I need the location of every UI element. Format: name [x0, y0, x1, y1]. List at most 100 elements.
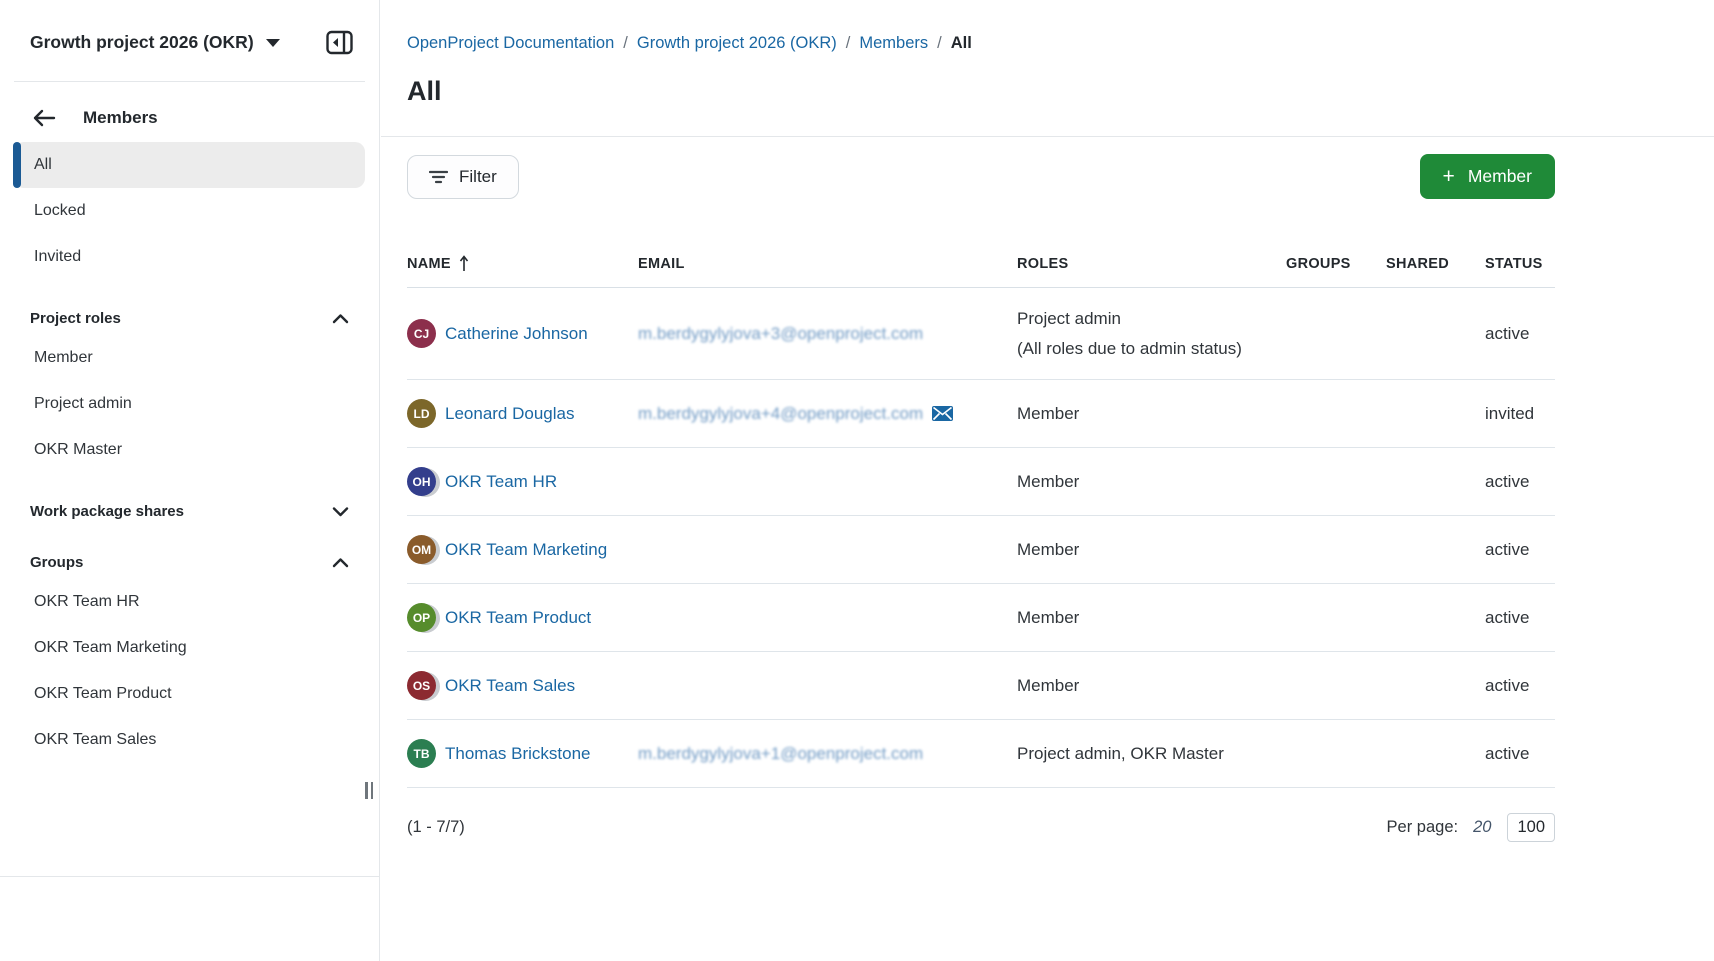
breadcrumb-link-project[interactable]: Growth project 2026 (OKR): [637, 34, 837, 52]
section-groups[interactable]: Groups: [30, 544, 349, 575]
main-content: OpenProject Documentation / Growth project…: [381, 0, 1714, 961]
breadcrumb: OpenProject Documentation / Growth project…: [407, 0, 1714, 53]
breadcrumb-separator: /: [846, 34, 851, 52]
group-avatar: OH: [407, 467, 436, 496]
member-roles: Member: [1017, 671, 1286, 701]
table-row: OP OKR Team Product Member active: [407, 584, 1555, 652]
avatar: LD: [407, 399, 436, 428]
members-heading: Members: [83, 108, 158, 128]
member-name-link[interactable]: OKR Team HR: [445, 472, 557, 492]
group-avatar: OM: [407, 535, 436, 564]
back-button[interactable]: [32, 109, 56, 127]
project-selector-label: Growth project 2026 (OKR): [30, 32, 254, 53]
sidebar-item-group-okr-team-hr[interactable]: OKR Team HR: [14, 579, 365, 625]
breadcrumb-link-openproject-documentation[interactable]: OpenProject Documentation: [407, 34, 614, 52]
chevron-up-icon: [332, 557, 349, 568]
sidebar-item-locked[interactable]: Locked: [14, 188, 365, 234]
project-selector[interactable]: Growth project 2026 (OKR): [30, 32, 280, 53]
column-header-name[interactable]: NAME: [407, 255, 638, 272]
sidebar-resize-handle[interactable]: [365, 782, 373, 799]
per-page-label: Per page:: [1387, 818, 1459, 837]
chevron-down-icon: [266, 39, 280, 47]
section-work-package-shares-title: Work package shares: [30, 503, 184, 520]
column-header-shared[interactable]: SHARED: [1386, 256, 1485, 272]
table-row: TB Thomas Brickstone m.berdygylyjova+1@o…: [407, 720, 1555, 788]
member-name-link[interactable]: OKR Team Product: [445, 608, 591, 628]
member-name-link[interactable]: OKR Team Sales: [445, 676, 575, 696]
status-badge: active: [1485, 608, 1555, 628]
member-roles: Member: [1017, 603, 1286, 633]
member-name-link[interactable]: Leonard Douglas: [445, 404, 574, 424]
avatar: TB: [407, 739, 436, 768]
sidebar-item-role-member[interactable]: Member: [14, 335, 365, 381]
table-row: OH OKR Team HR Member active: [407, 448, 1555, 516]
column-header-email[interactable]: EMAIL: [638, 256, 1017, 272]
member-name-link[interactable]: OKR Team Marketing: [445, 540, 607, 560]
filter-button[interactable]: Filter: [407, 155, 519, 199]
plus-icon: +: [1443, 169, 1455, 185]
sidebar-item-role-project-admin[interactable]: Project admin: [14, 381, 365, 427]
member-roles: Member: [1017, 467, 1286, 497]
column-header-name-label: NAME: [407, 256, 451, 272]
per-page-option-20[interactable]: 20: [1473, 818, 1491, 837]
column-header-groups[interactable]: GROUPS: [1286, 256, 1386, 272]
add-member-button[interactable]: + Member: [1420, 154, 1555, 199]
sidebar-item-role-okr-master[interactable]: OKR Master: [14, 427, 365, 473]
member-name-link[interactable]: Thomas Brickstone: [445, 744, 591, 764]
member-email-link[interactable]: m.berdygylyjova+1@openproject.com: [638, 744, 923, 764]
sidebar-item-group-okr-team-marketing[interactable]: OKR Team Marketing: [14, 625, 365, 671]
column-header-roles[interactable]: ROLES: [1017, 256, 1286, 272]
page-title: All: [407, 76, 1714, 107]
table-header-row: NAME EMAIL ROLES GROUPS SHARED STATUS: [407, 255, 1555, 288]
table-footer: (1 - 7/7) Per page: 20 100: [407, 813, 1555, 842]
sidebar-item-group-okr-team-sales[interactable]: OKR Team Sales: [14, 717, 365, 763]
collapse-sidebar-button[interactable]: [326, 30, 353, 55]
collapse-sidebar-icon: [326, 30, 353, 55]
group-avatar: OS: [407, 671, 436, 700]
sidebar-bottom-divider: [0, 876, 379, 877]
member-roles: Member: [1017, 399, 1286, 429]
arrow-left-icon: [32, 109, 56, 127]
table-row: OS OKR Team Sales Member active: [407, 652, 1555, 720]
column-header-groups-label: GROUPS: [1286, 256, 1351, 272]
section-groups-title: Groups: [30, 554, 83, 571]
status-badge: invited: [1485, 404, 1555, 424]
group-avatar: OP: [407, 603, 436, 632]
breadcrumb-separator: /: [623, 34, 628, 52]
chevron-down-icon: [332, 506, 349, 517]
column-header-email-label: EMAIL: [638, 256, 685, 272]
invitation-mail-icon: [932, 406, 953, 421]
avatar: CJ: [407, 319, 436, 348]
member-roles: Member: [1017, 535, 1286, 565]
sidebar-item-all[interactable]: All: [14, 142, 365, 188]
column-header-roles-label: ROLES: [1017, 256, 1068, 272]
members-table: NAME EMAIL ROLES GROUPS SHARED STATUS: [407, 255, 1555, 788]
sidebar-item-invited[interactable]: Invited: [14, 234, 365, 280]
status-badge: active: [1485, 744, 1555, 764]
section-project-roles-title: Project roles: [30, 310, 121, 327]
status-badge: active: [1485, 472, 1555, 492]
status-badge: active: [1485, 676, 1555, 696]
column-header-status[interactable]: STATUS: [1485, 256, 1555, 272]
member-email-link[interactable]: m.berdygylyjova+3@openproject.com: [638, 324, 923, 344]
add-member-button-label: Member: [1468, 166, 1532, 187]
member-name-link[interactable]: Catherine Johnson: [445, 324, 588, 344]
per-page-option-100[interactable]: 100: [1507, 813, 1555, 842]
groups-items: OKR Team HR OKR Team Marketing OKR Team …: [14, 579, 365, 763]
member-email-link[interactable]: m.berdygylyjova+4@openproject.com: [638, 404, 923, 424]
toolbar: Filter + Member: [407, 154, 1555, 199]
table-row: OM OKR Team Marketing Member active: [407, 516, 1555, 584]
column-header-shared-label: SHARED: [1386, 256, 1449, 272]
member-roles: Project admin, OKR Master: [1017, 739, 1286, 769]
sort-ascending-icon: [459, 255, 469, 272]
status-badge: active: [1485, 540, 1555, 560]
filter-icon: [429, 170, 448, 184]
sidebar-item-group-okr-team-product[interactable]: OKR Team Product: [14, 671, 365, 717]
breadcrumb-link-members[interactable]: Members: [859, 34, 928, 52]
table-row: CJ Catherine Johnson m.berdygylyjova+3@o…: [407, 288, 1555, 380]
section-work-package-shares[interactable]: Work package shares: [30, 493, 349, 524]
section-project-roles[interactable]: Project roles: [30, 300, 349, 331]
members-filter-nav: All Locked Invited: [14, 142, 365, 280]
column-header-status-label: STATUS: [1485, 256, 1543, 272]
status-badge: active: [1485, 324, 1555, 344]
